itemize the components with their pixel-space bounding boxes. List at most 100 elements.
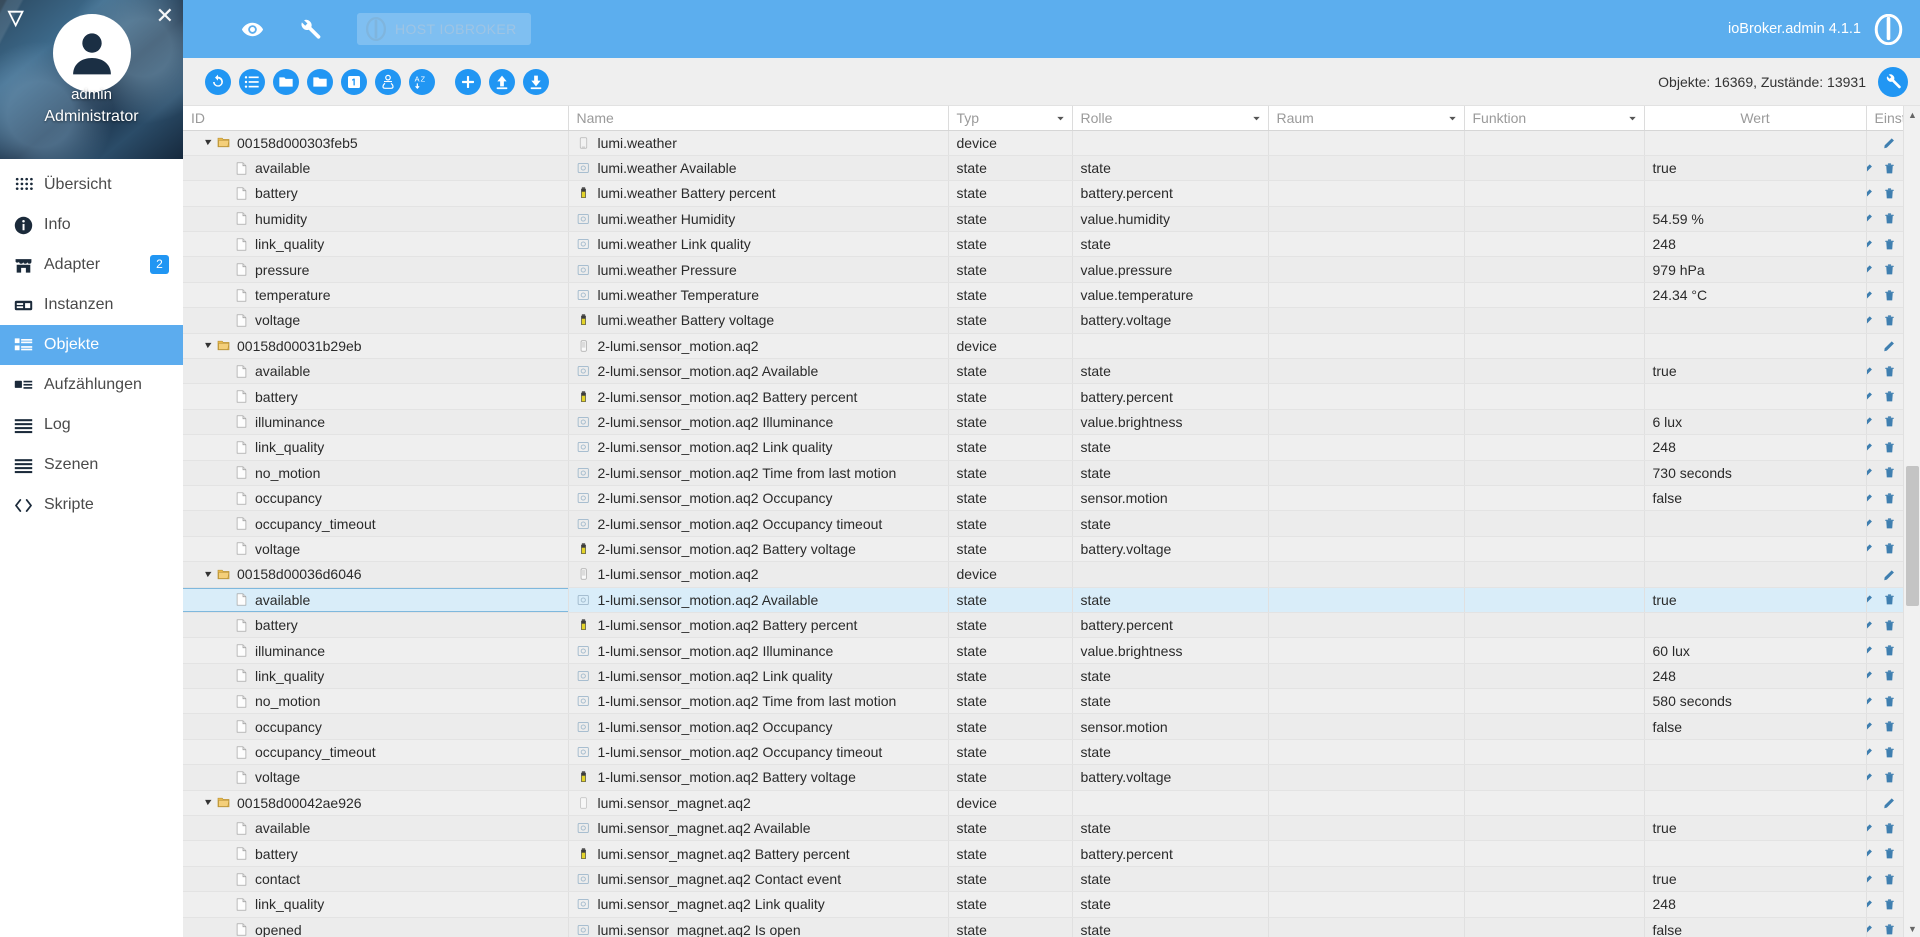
delete-icon[interactable]	[1883, 441, 1896, 454]
cell-id[interactable]: link_quality	[183, 891, 569, 918]
sidebar-badge[interactable]: 2	[150, 255, 169, 274]
export-button[interactable]	[523, 68, 549, 95]
cell-id[interactable]: occupancy	[183, 485, 569, 512]
delete-icon[interactable]	[1883, 695, 1896, 708]
cell-id[interactable]: battery	[183, 612, 569, 639]
delete-icon[interactable]	[1883, 517, 1896, 530]
objects-table-container[interactable]: IDNameTypRolleRaumFunktionWertEinstellu …	[183, 106, 1920, 937]
sidebar-item-szenen[interactable]: Szenen	[0, 445, 183, 485]
cell-id[interactable]: occupancy_timeout	[183, 510, 569, 537]
delete-icon[interactable]	[1883, 898, 1896, 911]
add-object-button[interactable]	[455, 68, 481, 95]
cell-name[interactable]: lumi.sensor_magnet.aq2 Available	[568, 815, 949, 842]
table-row[interactable]: humidity lumi.weather Humidity state value.…	[183, 206, 1920, 233]
table-row[interactable]: link_quality lumi.weather Link quality sta…	[183, 231, 1920, 258]
expand-triangle-icon[interactable]	[204, 798, 217, 807]
sidebar-item-info[interactable]: Info	[0, 205, 183, 245]
cell-id[interactable]: 00158d00031b29eb	[183, 333, 569, 360]
delete-icon[interactable]	[1883, 771, 1896, 784]
edit-icon[interactable]	[1866, 517, 1874, 530]
delete-icon[interactable]	[1883, 923, 1896, 936]
table-row[interactable]: link_quality 1-lumi.sensor_motion.aq2 Lin…	[183, 663, 1920, 690]
edit-icon[interactable]	[1883, 136, 1896, 149]
cell-name[interactable]: lumi.weather Pressure	[568, 256, 949, 283]
cell-name[interactable]: 2-lumi.sensor_motion.aq2 Occupancy	[568, 485, 949, 512]
table-row[interactable]: occupancy_timeout 1-lumi.sensor_motion.aq…	[183, 739, 1920, 766]
column-header-name[interactable]: Name	[568, 106, 949, 131]
cell-name[interactable]: lumi.weather	[568, 130, 949, 156]
cell-id[interactable]: available	[183, 815, 569, 842]
edit-icon[interactable]	[1866, 847, 1874, 860]
edit-icon[interactable]	[1866, 365, 1874, 378]
edit-icon[interactable]	[1866, 542, 1874, 555]
sidebar-item-skripte[interactable]: Skripte	[0, 485, 183, 525]
column-header-rolle[interactable]: Rolle	[1072, 106, 1269, 131]
edit-icon[interactable]	[1866, 314, 1874, 327]
sidebar-item-instanzen[interactable]: Instanzen	[0, 285, 183, 325]
cell-id[interactable]: link_quality	[183, 663, 569, 690]
cell-name[interactable]: 2-lumi.sensor_motion.aq2 Occupancy timeo…	[568, 510, 949, 537]
expand-triangle-icon[interactable]	[204, 341, 217, 350]
sidebar-item-log[interactable]: Log	[0, 405, 183, 445]
delete-icon[interactable]	[1883, 289, 1896, 302]
cell-name[interactable]: lumi.weather Temperature	[568, 282, 949, 309]
cell-id[interactable]: voltage	[183, 536, 569, 563]
cell-id[interactable]: temperature	[183, 282, 569, 309]
cell-id[interactable]: 00158d00042ae926	[183, 790, 569, 817]
cell-id[interactable]: occupancy_timeout	[183, 739, 569, 766]
cell-name[interactable]: lumi.weather Battery voltage	[568, 307, 949, 334]
delete-icon[interactable]	[1883, 619, 1896, 632]
table-row[interactable]: available lumi.weather Available state stat…	[183, 155, 1920, 182]
vertical-scrollbar[interactable]: ▲ ▼	[1903, 106, 1920, 937]
delete-icon[interactable]	[1883, 644, 1896, 657]
column-header-raum[interactable]: Raum	[1268, 106, 1465, 131]
table-row[interactable]: available 1-lumi.sensor_motion.aq2 Availa…	[183, 587, 1920, 613]
edit-icon[interactable]	[1866, 695, 1874, 708]
scroll-down-icon[interactable]: ▼	[1904, 920, 1920, 937]
cell-id[interactable]: available	[183, 358, 569, 385]
delete-icon[interactable]	[1883, 466, 1896, 479]
cell-id[interactable]: link_quality	[183, 231, 569, 258]
cell-id[interactable]: illuminance	[183, 637, 569, 664]
settings-button[interactable]	[1878, 66, 1908, 97]
edit-icon[interactable]	[1866, 162, 1874, 175]
cell-id[interactable]: 00158d000303feb5	[183, 130, 569, 156]
chevron-down-icon[interactable]	[1447, 113, 1458, 124]
cell-name[interactable]: 1-lumi.sensor_motion.aq2 Battery percent	[568, 612, 949, 639]
table-row[interactable]: 00158d00042ae926 lumi.sensor_magnet.aq2 de…	[183, 790, 1920, 817]
cell-name[interactable]: 1-lumi.sensor_motion.aq2	[568, 561, 949, 588]
edit-icon[interactable]	[1866, 771, 1874, 784]
scroll-up-icon[interactable]: ▲	[1904, 106, 1920, 123]
table-row[interactable]: pressure lumi.weather Pressure state value.…	[183, 256, 1920, 283]
edit-icon[interactable]	[1866, 415, 1874, 428]
table-row[interactable]: occupancy 2-lumi.sensor_motion.aq2 Occupa…	[183, 485, 1920, 512]
cell-name[interactable]: 1-lumi.sensor_motion.aq2 Illuminance	[568, 637, 949, 664]
edit-icon[interactable]	[1866, 441, 1874, 454]
edit-icon[interactable]	[1866, 923, 1874, 936]
delete-icon[interactable]	[1883, 492, 1896, 505]
delete-icon[interactable]	[1883, 390, 1896, 403]
delete-icon[interactable]	[1883, 873, 1896, 886]
delete-icon[interactable]	[1883, 822, 1896, 835]
eye-icon[interactable]	[223, 18, 281, 41]
column-header-typ[interactable]: Typ	[948, 106, 1073, 131]
cell-name[interactable]: 2-lumi.sensor_motion.aq2 Time from last …	[568, 460, 949, 486]
cell-name[interactable]: lumi.sensor_magnet.aq2 Is open	[568, 917, 949, 937]
cell-name[interactable]: 2-lumi.sensor_motion.aq2 Illuminance	[568, 409, 949, 436]
chevron-down-icon[interactable]	[1627, 113, 1638, 124]
edit-icon[interactable]	[1866, 212, 1874, 225]
cell-id[interactable]: no_motion	[183, 460, 569, 486]
host-selector[interactable]: HOST IOBROKER	[357, 13, 531, 45]
table-row[interactable]: no_motion 1-lumi.sensor_motion.aq2 Time f…	[183, 688, 1920, 715]
delete-icon[interactable]	[1883, 415, 1896, 428]
cell-name[interactable]: 1-lumi.sensor_motion.aq2 Occupancy	[568, 713, 949, 740]
sort-button[interactable]: AZ	[409, 68, 435, 95]
edit-icon[interactable]	[1866, 593, 1874, 606]
cell-name[interactable]: lumi.weather Available	[568, 155, 949, 182]
table-row[interactable]: 00158d00036d6046 1-lumi.sensor_motion.aq2…	[183, 561, 1920, 588]
expand-triangle-icon[interactable]	[204, 570, 217, 579]
cell-id[interactable]: pressure	[183, 256, 569, 283]
wrench-icon[interactable]	[281, 18, 339, 41]
edit-icon[interactable]	[1866, 720, 1874, 733]
edit-icon[interactable]	[1883, 339, 1896, 352]
